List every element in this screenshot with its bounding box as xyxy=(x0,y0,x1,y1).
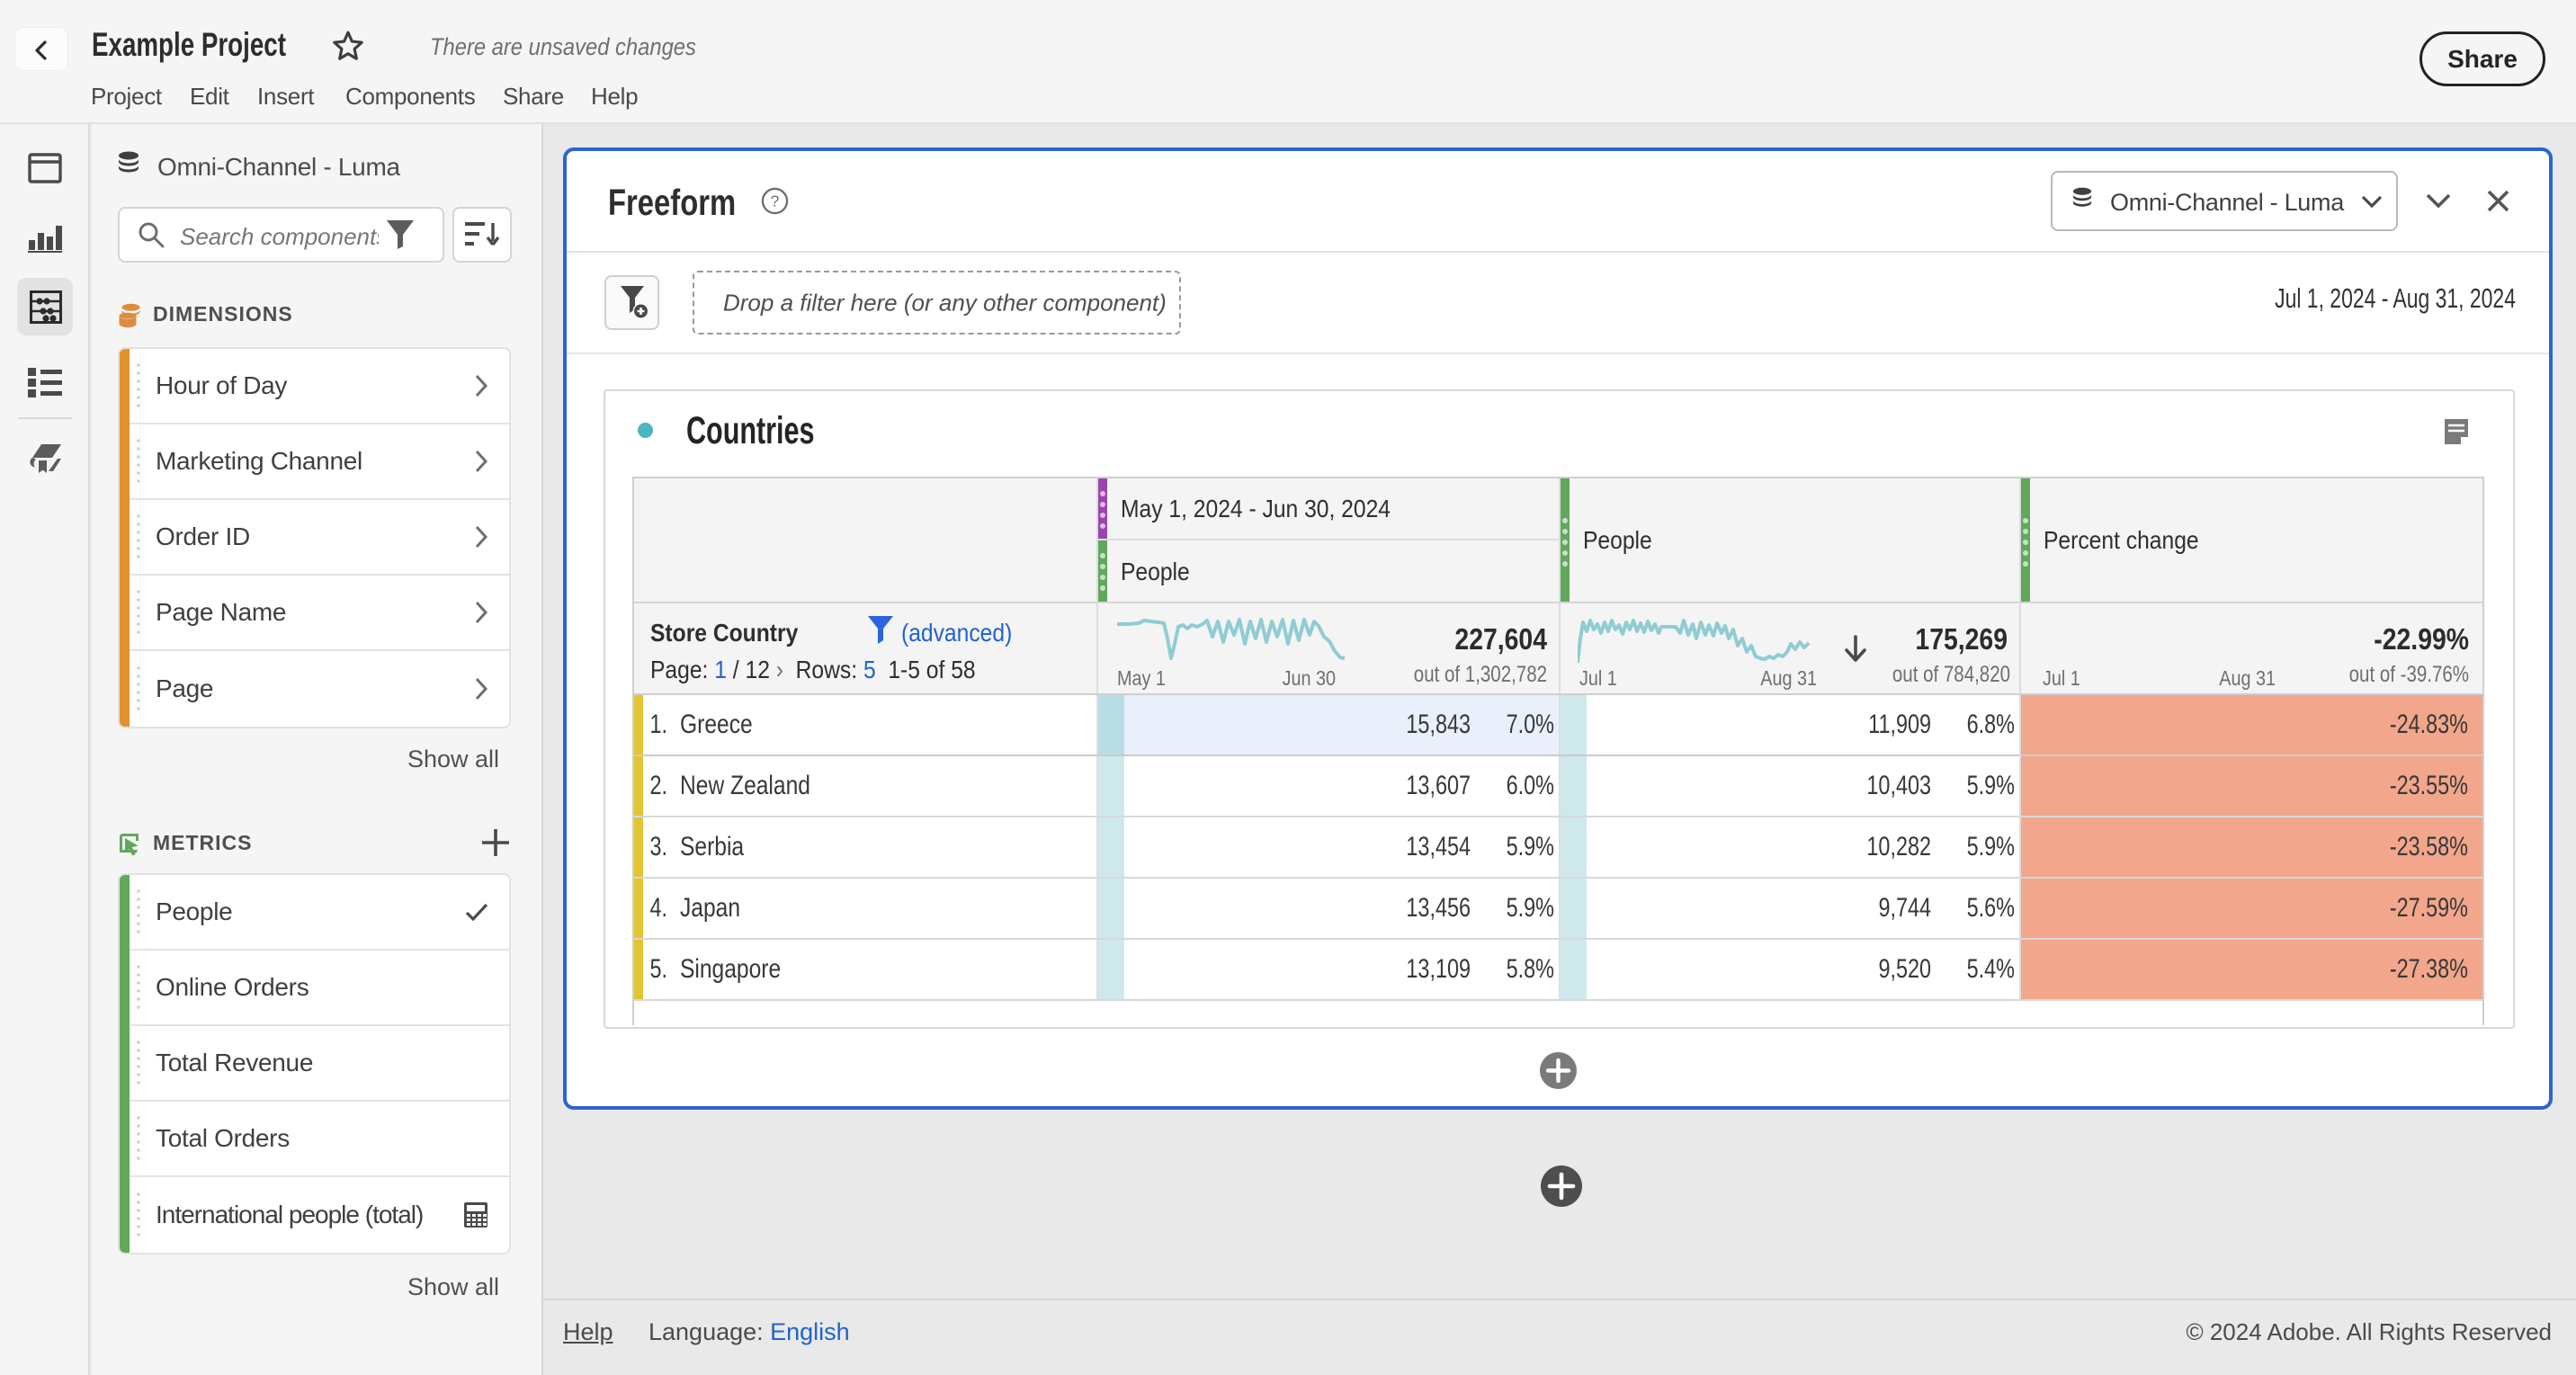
svg-text:?: ? xyxy=(771,192,780,210)
